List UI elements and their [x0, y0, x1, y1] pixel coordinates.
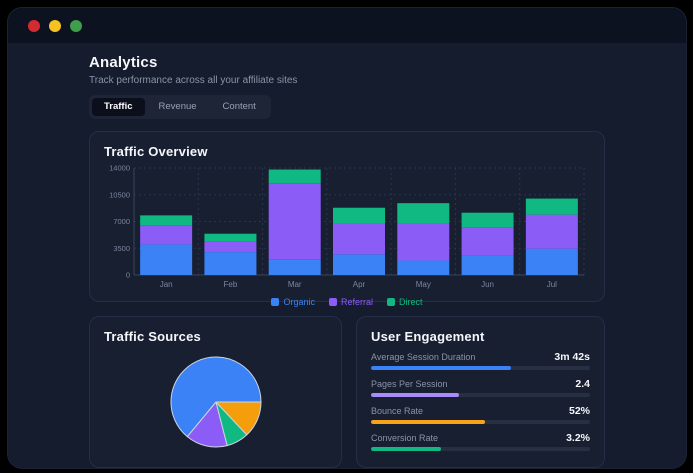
user-engagement-card: User Engagement Average Session Duration… [356, 316, 605, 468]
bar-mar-organic [269, 259, 321, 274]
svg-text:14000: 14000 [109, 163, 130, 172]
metric-pages-per-session: Pages Per Session 2.4 [371, 379, 590, 397]
legend-swatch-organic [271, 298, 279, 306]
metric-value: 3m 42s [554, 352, 590, 363]
traffic-overview-chart: 0 3500 7000 10500 14000 Jan Feb Mar Apr May Jun Jul… [104, 163, 590, 307]
tab-revenue[interactable]: Revenue [147, 98, 209, 116]
metric-progress-fill [371, 366, 511, 370]
close-window-button[interactable] [28, 20, 40, 32]
metric-value: 2.4 [575, 379, 590, 390]
bar-mar-direct [269, 169, 321, 183]
svg-text:0: 0 [126, 270, 130, 279]
traffic-sources-card: Traffic Sources [89, 316, 342, 468]
legend-label-direct: Direct [399, 297, 423, 307]
metric-bounce-rate: Bounce Rate 52% [371, 406, 590, 424]
window-titlebar [8, 8, 686, 43]
zoom-window-button[interactable] [70, 20, 82, 32]
app-window: Analytics Track performance across all y… [8, 8, 686, 468]
bar-jan-referral [140, 225, 192, 244]
minimize-window-button[interactable] [49, 20, 61, 32]
traffic-overview-title: Traffic Overview [104, 144, 590, 159]
x-axis-label-feb: Feb [224, 280, 238, 289]
bar-apr-organic [333, 254, 385, 275]
x-axis-label-mar: Mar [288, 280, 302, 289]
metric-progress-fill [371, 393, 459, 397]
engagement-metrics: Average Session Duration 3m 42s Pages Per … [371, 352, 590, 451]
page-title: Analytics [89, 54, 605, 71]
metric-conversion-rate: Conversion Rate 3.2% [371, 433, 590, 451]
metric-progress-track [371, 447, 590, 451]
stacked-bar-chart: 0 3500 7000 10500 14000 Jan Feb Mar Apr May Jun Jul [104, 163, 590, 291]
legend-swatch-referral [329, 298, 337, 306]
page-subtitle: Track performance across all your affili… [89, 75, 605, 86]
chart-legend: Organic Referral Direct [104, 297, 590, 307]
bar-jul-referral [526, 214, 578, 248]
bar-may-direct [397, 203, 449, 223]
metric-value: 3.2% [566, 433, 590, 444]
legend-item-direct[interactable]: Direct [387, 297, 423, 307]
bar-jul-direct [526, 198, 578, 214]
window-content: Analytics Track performance across all y… [8, 43, 686, 468]
traffic-sources-title: Traffic Sources [104, 329, 327, 344]
bar-mar-referral [269, 183, 321, 259]
user-engagement-title: User Engagement [371, 329, 590, 344]
x-axis-label-jan: Jan [160, 280, 173, 289]
x-axis-label-apr: Apr [353, 280, 366, 289]
bar-jun-direct [462, 212, 514, 227]
legend-swatch-direct [387, 298, 395, 306]
bar-jul-organic [526, 248, 578, 274]
tab-content[interactable]: Content [211, 98, 268, 116]
bar-apr-referral [333, 223, 385, 254]
metric-progress-fill [371, 447, 441, 451]
bar-may-referral [397, 223, 449, 260]
bar-jun-referral [462, 227, 514, 256]
metric-label: Bounce Rate [371, 406, 423, 417]
tab-bar: TrafficRevenueContent [89, 95, 271, 119]
metric-progress-fill [371, 420, 485, 424]
x-axis-label-jun: Jun [481, 280, 494, 289]
bar-feb-organic [204, 252, 256, 275]
metric-progress-track [371, 420, 590, 424]
metric-label: Average Session Duration [371, 352, 475, 363]
svg-text:10500: 10500 [109, 190, 130, 199]
legend-label-referral: Referral [341, 297, 373, 307]
metric-label: Pages Per Session [371, 379, 448, 390]
tab-traffic[interactable]: Traffic [92, 98, 145, 116]
x-axis-label-jul: Jul [547, 280, 557, 289]
legend-label-organic: Organic [283, 297, 315, 307]
svg-text:3500: 3500 [113, 243, 130, 252]
legend-item-organic[interactable]: Organic [271, 297, 315, 307]
metric-progress-track [371, 366, 590, 370]
metric-average-session-duration: Average Session Duration 3m 42s [371, 352, 590, 370]
metric-progress-track [371, 393, 590, 397]
bar-apr-direct [333, 207, 385, 222]
bar-jan-direct [140, 215, 192, 225]
traffic-overview-card: Traffic Overview 0 3500 7000 10500 14000 Jan F… [89, 131, 605, 302]
metric-label: Conversion Rate [371, 433, 438, 444]
bar-feb-direct [204, 233, 256, 241]
bar-jan-organic [140, 244, 192, 275]
bar-feb-referral [204, 241, 256, 252]
bar-may-organic [397, 260, 449, 275]
bar-jun-organic [462, 255, 514, 274]
legend-item-referral[interactable]: Referral [329, 297, 373, 307]
x-axis-label-may: May [416, 280, 431, 289]
traffic-sources-pie-chart [168, 354, 264, 450]
svg-text:7000: 7000 [113, 217, 130, 226]
metric-value: 52% [569, 406, 590, 417]
